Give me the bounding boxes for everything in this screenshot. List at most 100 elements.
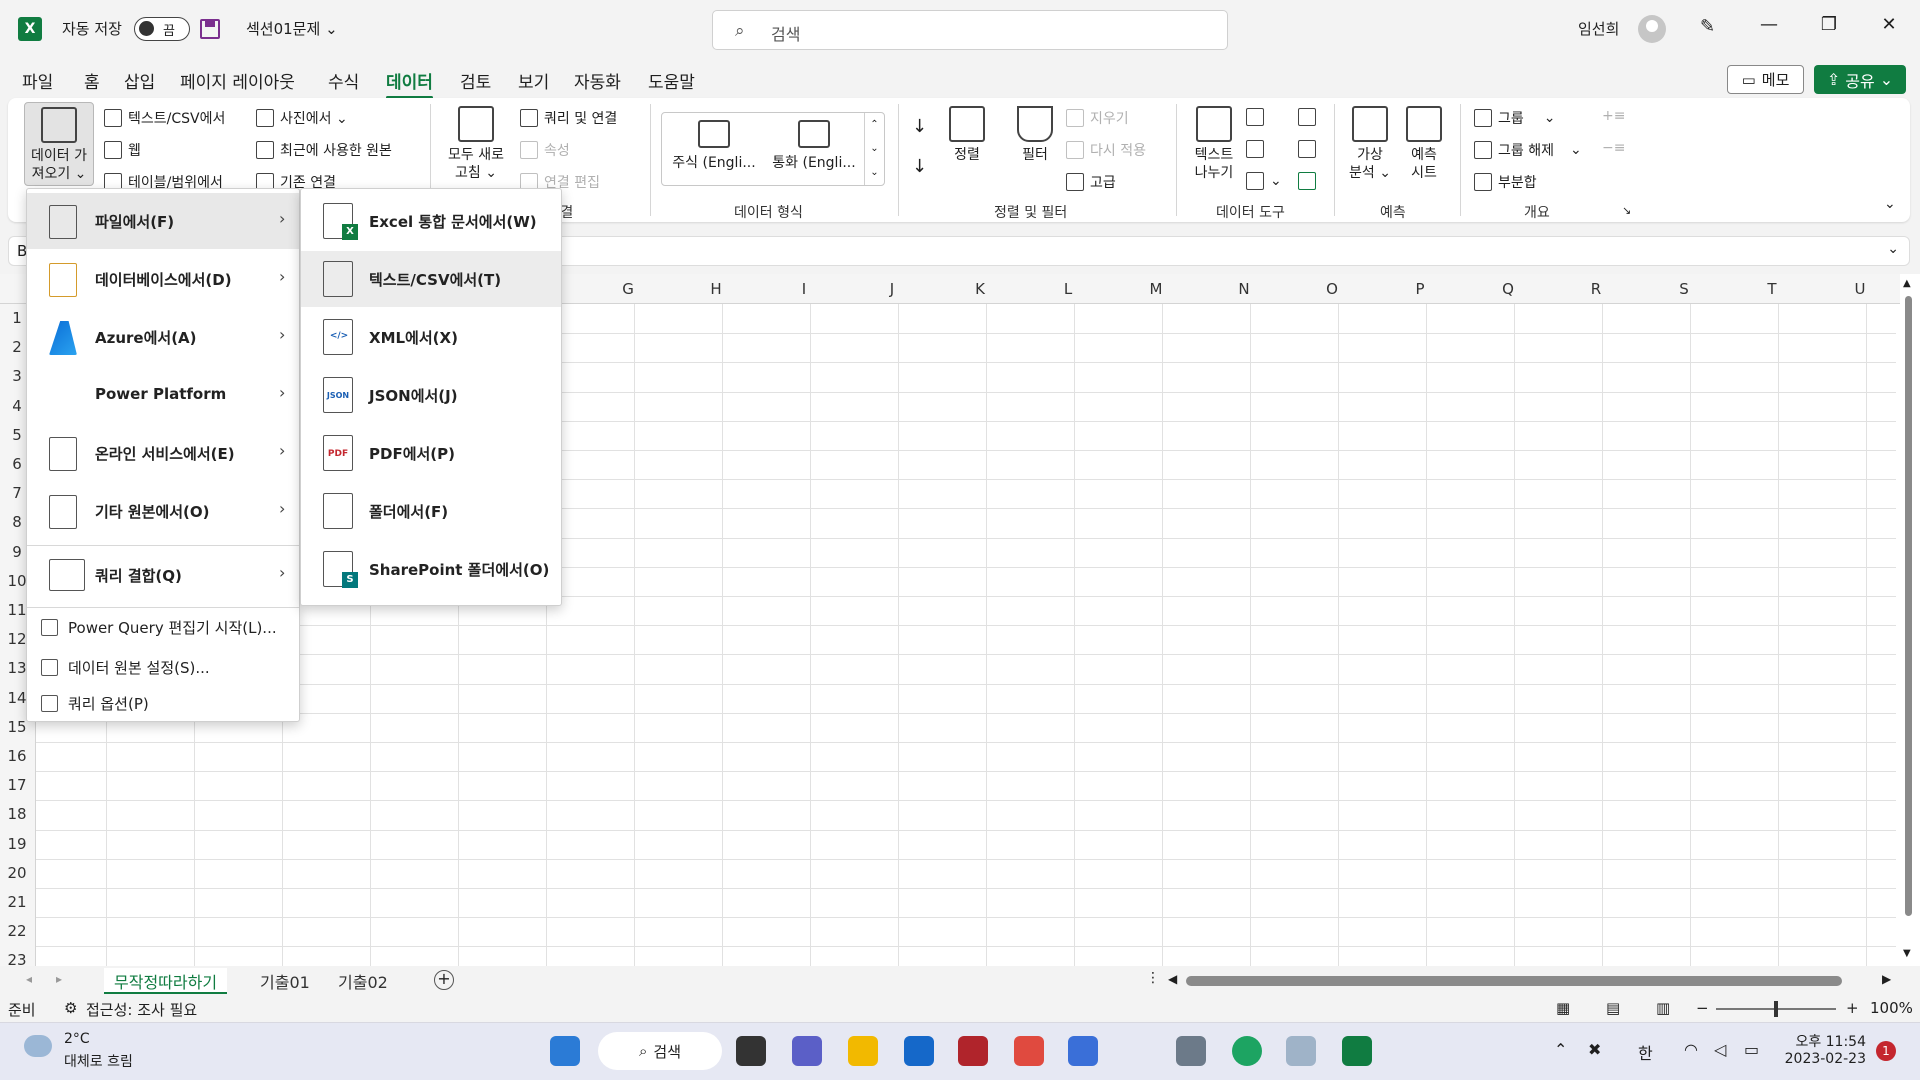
file-explorer-icon[interactable] — [848, 1036, 878, 1066]
avatar[interactable] — [1638, 15, 1666, 43]
remove-duplicates-icon[interactable] — [1246, 140, 1264, 158]
autosave-toggle[interactable]: 끔 — [134, 17, 190, 41]
more-options-icon[interactable]: ⋮ — [1146, 970, 1160, 986]
forecast-sheet-button[interactable]: 예측 시트 — [1402, 106, 1446, 182]
document-title[interactable]: 섹션01문제 ⌄ — [246, 18, 338, 39]
menu-from-database[interactable]: 데이터베이스에서(D) › — [27, 251, 299, 307]
menu-from-pdf[interactable]: PDF PDF에서(P) — [301, 425, 561, 481]
zoom-level[interactable]: 100% — [1870, 999, 1913, 1017]
search-input[interactable]: ⌕ 검색 — [712, 10, 1228, 50]
wifi-icon[interactable]: ◠ — [1684, 1040, 1698, 1059]
currency-button[interactable]: 통화 (Engli... — [764, 120, 864, 172]
next-sheet-icon[interactable]: ▸ — [56, 972, 62, 986]
web-button[interactable]: 웹 — [104, 140, 141, 160]
add-sheet-button[interactable]: + — [434, 970, 454, 990]
consolidate-icon[interactable] — [1298, 108, 1316, 126]
group-button[interactable]: 그룹 ⌄ — [1474, 108, 1556, 128]
clear-filter-button[interactable]: 지우기 — [1066, 108, 1129, 128]
ime-indicator[interactable]: 한 — [1638, 1040, 1653, 1064]
app-tray-icon[interactable]: ✖ — [1588, 1040, 1601, 1059]
show-detail-icon[interactable]: +≡ — [1602, 108, 1625, 124]
excel-taskbar-icon[interactable] — [1342, 1036, 1372, 1066]
hide-detail-icon[interactable]: −≡ — [1602, 140, 1625, 156]
sync-app-icon[interactable] — [1014, 1036, 1044, 1066]
page-layout-view-icon[interactable]: ▤ — [1606, 999, 1620, 1017]
tab-automate[interactable]: 자동화 — [574, 68, 621, 93]
filter-button[interactable]: 필터 — [1010, 106, 1060, 164]
sheet-tab[interactable]: 기출01 — [250, 968, 320, 994]
menu-from-sharepoint-folder[interactable]: S SharePoint 폴더에서(O) — [301, 541, 561, 597]
expand-formula-icon[interactable]: ⌄ — [1887, 241, 1899, 257]
menu-from-excel-workbook[interactable]: X Excel 통합 문서에서(W) — [301, 193, 561, 249]
prev-sheet-icon[interactable]: ◂ — [26, 972, 32, 986]
scroll-down-icon[interactable]: ▼ — [1903, 948, 1911, 959]
tab-help[interactable]: 도움말 — [648, 68, 695, 93]
weather-text[interactable]: 대체로 흐림 — [64, 1051, 133, 1071]
gallery-scroll[interactable]: ⌃ ⌄ ⌄ — [864, 113, 884, 185]
vertical-scrollbar[interactable]: ▲ ▼ — [1900, 278, 1916, 962]
reapply-button[interactable]: 다시 적용 — [1066, 140, 1146, 160]
collapse-ribbon-icon[interactable]: ⌄ — [1884, 196, 1896, 212]
tab-file[interactable]: 파일 — [22, 68, 53, 93]
teams-icon[interactable] — [792, 1036, 822, 1066]
user-name[interactable]: 임선희 — [1578, 18, 1619, 39]
column-header[interactable]: T — [1728, 280, 1816, 298]
text-to-columns-button[interactable]: 텍스트 나누기 — [1186, 106, 1242, 182]
tab-home[interactable]: 홈 — [84, 68, 100, 93]
page-break-view-icon[interactable]: ▥ — [1656, 999, 1670, 1017]
chevron-up-icon[interactable]: ⌃ — [1554, 1040, 1567, 1059]
zoom-in-button[interactable]: + — [1846, 999, 1859, 1017]
horizontal-scrollbar-thumb[interactable] — [1186, 976, 1842, 986]
column-header[interactable]: H — [672, 280, 760, 298]
data-model-icon[interactable] — [1298, 172, 1316, 190]
column-header[interactable]: N — [1200, 280, 1288, 298]
column-header[interactable]: O — [1288, 280, 1376, 298]
sheet-tab[interactable]: 무작정따라하기 — [104, 968, 228, 994]
memo-button[interactable]: ▭ 메모 — [1727, 65, 1804, 94]
tab-page-layout[interactable]: 페이지 레이아웃 — [180, 68, 295, 93]
column-header[interactable]: G — [584, 280, 672, 298]
restore-button[interactable]: ❐ — [1814, 14, 1844, 35]
accessibility-status[interactable]: 접근성: 조사 필요 — [86, 999, 197, 1020]
tab-review[interactable]: 검토 — [460, 68, 491, 93]
accessibility-icon[interactable]: ⚙ — [64, 999, 77, 1017]
relationships-icon[interactable] — [1298, 140, 1316, 158]
row-header[interactable]: 21 — [0, 893, 34, 911]
zoom-out-button[interactable]: − — [1696, 999, 1709, 1017]
properties-button[interactable]: 속성 — [520, 140, 570, 160]
menu-from-online-services[interactable]: 온라인 서비스에서(E) › — [27, 425, 299, 481]
column-header[interactable]: M — [1112, 280, 1200, 298]
magnifier-icon[interactable] — [1286, 1036, 1316, 1066]
windows-start-icon[interactable] — [550, 1036, 580, 1066]
menu-from-azure[interactable]: Azure에서(A) › — [27, 309, 299, 365]
scroll-up-icon[interactable]: ▲ — [1903, 278, 1911, 289]
notepad-icon[interactable] — [1068, 1036, 1098, 1066]
column-header[interactable]: U — [1816, 280, 1904, 298]
menu-from-other-sources[interactable]: 기타 원본에서(O) › — [27, 483, 299, 539]
pen-icon[interactable]: ✎ — [1700, 16, 1715, 37]
menu-data-source-settings[interactable]: 데이터 원본 설정(S)... — [41, 657, 210, 678]
sort-button[interactable]: 정렬 — [944, 106, 990, 164]
scroll-left-icon[interactable]: ◀ — [1168, 972, 1177, 986]
sheet-tab[interactable]: 기출02 — [328, 968, 398, 994]
save-icon[interactable] — [200, 19, 220, 39]
sort-desc-icon[interactable]: ↓ — [912, 156, 927, 177]
data-validation-icon[interactable]: ⌄ — [1246, 172, 1282, 190]
advanced-filter-button[interactable]: 고급 — [1066, 172, 1116, 192]
close-button[interactable]: ✕ — [1874, 14, 1904, 35]
column-header[interactable]: I — [760, 280, 848, 298]
normal-view-icon[interactable]: ▦ — [1556, 999, 1570, 1017]
flash-fill-icon[interactable] — [1246, 108, 1264, 126]
temperature[interactable]: 2°C — [64, 1031, 90, 1047]
weather-cloud-icon[interactable] — [24, 1035, 52, 1057]
chrome-icon[interactable] — [1232, 1036, 1262, 1066]
menu-from-xml[interactable]: </> XML에서(X) — [301, 309, 561, 365]
menu-from-text-csv[interactable]: 텍스트/CSV에서(T) — [301, 251, 561, 307]
column-header[interactable]: L — [1024, 280, 1112, 298]
subtotal-button[interactable]: 부분합 — [1474, 172, 1537, 192]
scrollbar-thumb[interactable] — [1905, 296, 1912, 916]
whatif-button[interactable]: 가상 분석 ⌄ — [1344, 106, 1396, 182]
column-header[interactable]: S — [1640, 280, 1728, 298]
column-header[interactable]: J — [848, 280, 936, 298]
refresh-all-button[interactable]: 모두 새로 고침 ⌄ — [440, 106, 512, 182]
